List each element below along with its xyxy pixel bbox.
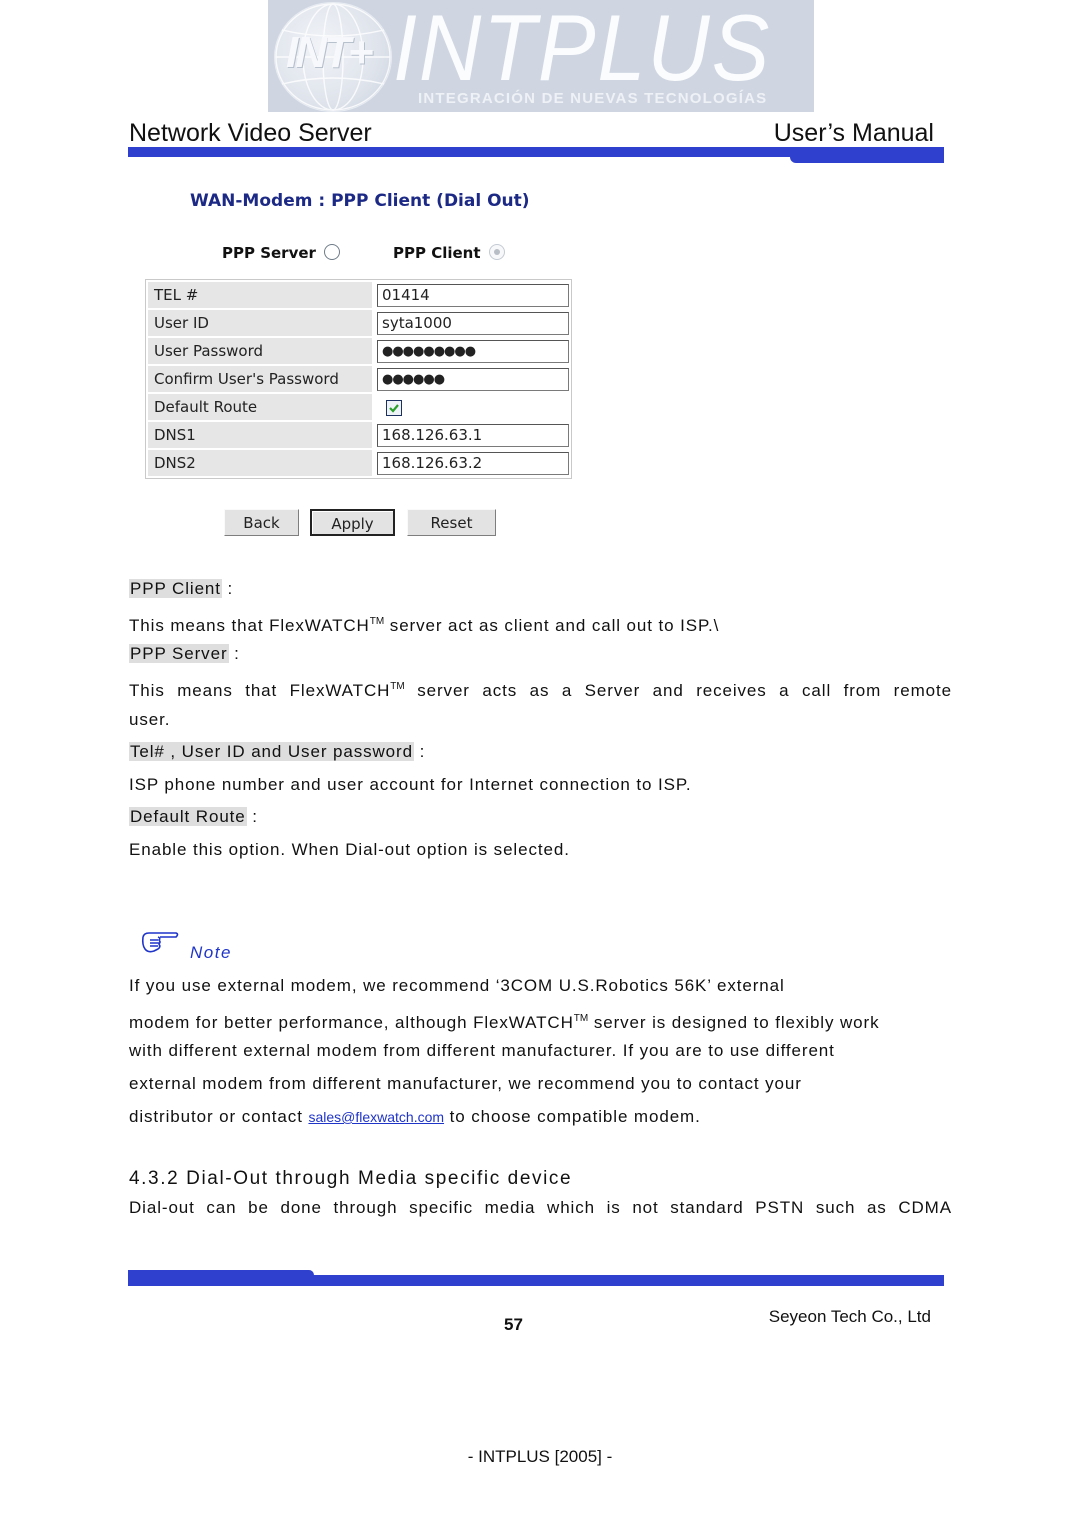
note-line-3: with different external modem from diffe… <box>129 1041 835 1060</box>
term-label: Default Route <box>129 807 247 826</box>
sales-email-link[interactable]: sales@flexwatch.com <box>308 1109 444 1125</box>
note-line-5: distributor or contact sales@flexwatch.c… <box>129 1107 701 1126</box>
term-ppp-client: PPP Client : <box>129 579 234 598</box>
desc-default-route: Enable this option. When Dial-out option… <box>129 840 570 859</box>
default-route-label: Default Route <box>148 394 372 420</box>
desc-ppp-server-cont: user. <box>129 710 171 729</box>
table-row: TEL # <box>148 282 569 308</box>
dns2-label: DNS2 <box>148 450 372 476</box>
ppp-settings-table: TEL # User ID User Password Confirm User… <box>145 279 572 479</box>
footer-rule <box>128 1275 944 1286</box>
form-title: WAN-Modem : PPP Client (Dial Out) <box>190 191 530 211</box>
user-password-input[interactable] <box>377 339 569 363</box>
back-button[interactable]: Back <box>224 509 299 536</box>
ppp-client-radio[interactable] <box>488 244 505 260</box>
section-heading: 4.3.2 Dial-Out through Media specific de… <box>129 1168 573 1189</box>
term-credentials: Tel# , User ID and User password : <box>129 742 426 761</box>
header-rule-tab <box>790 155 944 163</box>
default-route-checkbox[interactable] <box>386 399 402 416</box>
note-line-4: external modem from different manufactur… <box>129 1074 802 1093</box>
tel-label: TEL # <box>148 282 372 308</box>
company-name: Seyeon Tech Co., Ltd <box>768 1307 931 1326</box>
logo-emblem-text: INT+ <box>286 28 374 77</box>
confirm-password-label: Confirm User's Password <box>148 366 372 392</box>
term-ppp-server: PPP Server : <box>129 644 240 663</box>
ppp-client-option[interactable]: PPP Client <box>393 244 505 262</box>
tel-input[interactable] <box>377 283 569 307</box>
term-default-route: Default Route : <box>129 807 258 826</box>
section-text: Dial-out can be done through specific me… <box>129 1198 952 1217</box>
ppp-server-radio[interactable] <box>323 244 340 260</box>
user-password-label: User Password <box>148 338 372 364</box>
pointing-hand-icon <box>141 932 179 953</box>
reset-button[interactable]: Reset <box>407 509 496 536</box>
desc-ppp-client: This means that FlexWATCHTM server act a… <box>129 616 720 635</box>
dns1-input[interactable] <box>377 423 569 447</box>
table-row: Default Route <box>148 394 569 420</box>
ppp-client-label: PPP Client <box>393 244 481 262</box>
document-title: Network Video Server <box>129 119 372 147</box>
user-id-label: User ID <box>148 310 372 336</box>
note-line-1: If you use external modem, we recommend … <box>129 976 785 995</box>
note-line-2: modem for better performance, although F… <box>129 1013 880 1032</box>
dns2-input[interactable] <box>377 451 569 475</box>
desc-ppp-server: This means that FlexWATCHTM server acts … <box>129 681 952 700</box>
intplus-logo: INT+ INTPLUS INTEGRACIÓN DE NUEVAS TECNO… <box>268 0 814 112</box>
term-label: PPP Client <box>129 579 222 598</box>
ppp-server-option[interactable]: PPP Server <box>222 244 340 262</box>
credit-line: - INTPLUS [2005] - <box>467 1447 613 1466</box>
manual-title: User’s Manual <box>773 119 934 147</box>
checkmark-icon <box>389 403 399 413</box>
ppp-server-label: PPP Server <box>222 244 316 262</box>
logo-tagline: INTEGRACIÓN DE NUEVAS TECNOLOGÍAS <box>418 90 768 107</box>
desc-credentials: ISP phone number and user account for In… <box>129 775 692 794</box>
confirm-password-input[interactable] <box>377 367 569 391</box>
dns1-label: DNS1 <box>148 422 372 448</box>
note-label: Note <box>190 943 232 962</box>
user-id-input[interactable] <box>377 311 569 335</box>
logo-wordmark: INTPLUS <box>393 0 772 100</box>
term-label: Tel# , User ID and User password <box>129 742 414 761</box>
table-row: DNS2 <box>148 450 569 476</box>
page-number: 57 <box>504 1315 523 1334</box>
table-row: User ID <box>148 310 569 336</box>
table-row: DNS1 <box>148 422 569 448</box>
table-row: User Password <box>148 338 569 364</box>
term-label: PPP Server <box>129 644 229 663</box>
table-row: Confirm User's Password <box>148 366 569 392</box>
apply-button[interactable]: Apply <box>310 509 395 536</box>
